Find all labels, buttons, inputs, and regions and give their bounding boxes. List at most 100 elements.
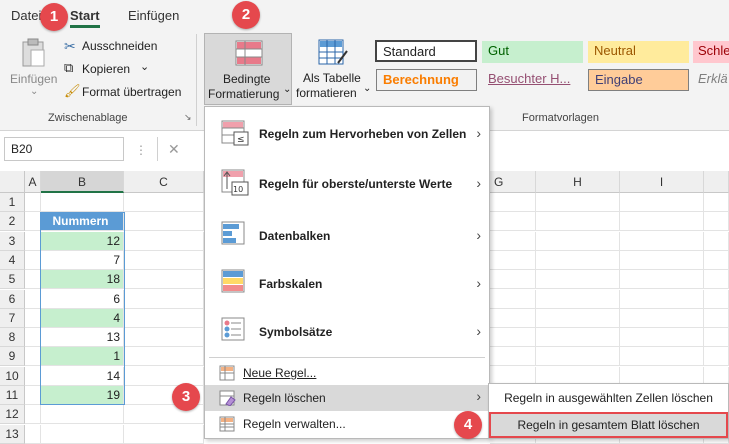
grid-cell[interactable] — [536, 270, 620, 289]
row-header[interactable]: 1 — [0, 193, 25, 212]
chevron-down-icon[interactable]: ⌄ — [140, 60, 149, 73]
grid-cell[interactable] — [704, 347, 729, 366]
value-cell[interactable]: 7 — [41, 251, 124, 270]
grid-cell[interactable] — [620, 309, 704, 328]
row-header[interactable]: 2 — [0, 212, 25, 231]
value-cell[interactable]: 12 — [41, 232, 124, 251]
style-besuchter-hyperlink[interactable]: Besuchter H... — [482, 69, 583, 91]
column-header-a[interactable]: A — [25, 171, 41, 193]
value-cell[interactable]: 14 — [41, 367, 124, 386]
grid-cell[interactable] — [704, 232, 729, 251]
row-header[interactable]: 7 — [0, 309, 25, 328]
grid-cell[interactable] — [25, 405, 41, 424]
grid-cell[interactable] — [124, 212, 204, 231]
row-header[interactable]: 5 — [0, 270, 25, 289]
grid-cell[interactable] — [124, 367, 204, 386]
cut-button[interactable]: ✂ Ausschneiden — [64, 38, 194, 56]
value-cell[interactable]: 19 — [41, 386, 124, 405]
row-header[interactable]: 10 — [0, 367, 25, 386]
grid-cell[interactable] — [25, 270, 41, 289]
menu-item-manage-rules[interactable]: Regeln verwalten... — [205, 411, 489, 437]
dialog-launcher-icon[interactable]: ↘ — [184, 112, 192, 123]
grid-cell[interactable] — [536, 193, 620, 212]
grid-cell[interactable] — [536, 309, 620, 328]
row-header[interactable]: 11 — [0, 386, 25, 405]
grid-cell[interactable] — [620, 251, 704, 270]
value-cell[interactable]: 4 — [41, 309, 124, 328]
grid-cell[interactable] — [25, 212, 41, 231]
menu-item-top-bottom[interactable]: 10 Regeln für oberste/unterste Werte › — [205, 159, 489, 207]
grid-cell[interactable] — [536, 347, 620, 366]
grid-cell[interactable] — [620, 232, 704, 251]
grid-cell[interactable] — [25, 328, 41, 347]
grid-cell[interactable] — [490, 212, 536, 231]
grid-cell[interactable] — [704, 309, 729, 328]
table-header-cell[interactable]: Nummern — [41, 212, 124, 231]
grid-cell[interactable] — [536, 251, 620, 270]
grid-cell[interactable] — [25, 425, 41, 444]
grid-cell[interactable] — [490, 309, 536, 328]
grid-cell[interactable] — [704, 328, 729, 347]
grid-cell[interactable] — [124, 290, 204, 309]
copy-button[interactable]: ⧉ Kopieren ⌄ — [64, 60, 194, 79]
menu-item-color-scales[interactable]: Farbskalen › — [205, 259, 489, 307]
conditional-formatting-button[interactable]: Bedingte Formatierung ⌄ — [204, 33, 292, 105]
grid-cell[interactable] — [25, 309, 41, 328]
value-cell[interactable]: 1 — [41, 347, 124, 366]
row-header[interactable]: 8 — [0, 328, 25, 347]
style-neutral[interactable]: Neutral — [588, 41, 689, 63]
grid-cell[interactable] — [490, 270, 536, 289]
grid-cell[interactable] — [536, 232, 620, 251]
grid-cell[interactable] — [25, 193, 41, 212]
grid-cell[interactable] — [25, 251, 41, 270]
grid-cell[interactable] — [704, 193, 729, 212]
column-header-g[interactable]: G — [490, 171, 536, 193]
column-header-i[interactable]: I — [620, 171, 704, 193]
style-erklaerender-text[interactable]: Erklä — [693, 69, 729, 91]
grid-cell[interactable] — [124, 425, 204, 444]
grid-cell[interactable] — [620, 193, 704, 212]
grid-cell[interactable] — [704, 212, 729, 231]
grid-cell[interactable] — [536, 328, 620, 347]
row-header[interactable]: 3 — [0, 232, 25, 251]
grid-cell[interactable] — [490, 328, 536, 347]
grid-cell[interactable] — [124, 309, 204, 328]
grid-cell[interactable] — [25, 290, 41, 309]
value-cell[interactable]: 6 — [41, 290, 124, 309]
grid-cell[interactable] — [490, 347, 536, 366]
tab-einfuegen[interactable]: Einfügen — [128, 8, 179, 23]
menu-item-highlight-cells[interactable]: ≤ Regeln zum Hervorheben von Zellen › — [205, 111, 489, 157]
grid-cell[interactable] — [41, 425, 124, 444]
grid-cell[interactable] — [536, 212, 620, 231]
grid-cell[interactable] — [25, 347, 41, 366]
grid-cell[interactable] — [25, 386, 41, 405]
menu-item-data-bars[interactable]: Datenbalken › — [205, 211, 489, 259]
column-header-b[interactable]: B — [41, 171, 124, 193]
tab-start[interactable]: Start — [70, 8, 100, 28]
grid-cell[interactable] — [25, 232, 41, 251]
column-header-h[interactable]: H — [536, 171, 620, 193]
select-all-corner[interactable] — [0, 171, 25, 193]
grid-cell[interactable] — [620, 212, 704, 231]
style-eingabe[interactable]: Eingabe — [588, 69, 689, 91]
name-box[interactable]: B20 — [4, 137, 124, 161]
grid-cell[interactable] — [490, 251, 536, 270]
grid-cell[interactable] — [124, 328, 204, 347]
grid-cell[interactable] — [704, 290, 729, 309]
grid-cell[interactable] — [124, 270, 204, 289]
row-header[interactable]: 9 — [0, 347, 25, 366]
grid-cell[interactable] — [704, 270, 729, 289]
grid-cell[interactable] — [620, 290, 704, 309]
grid-cell[interactable] — [620, 270, 704, 289]
format-as-table-button[interactable]: Als Tabelle formatieren ⌄ — [296, 33, 372, 105]
grid-cell[interactable] — [25, 367, 41, 386]
grid-cell[interactable] — [620, 328, 704, 347]
row-header[interactable]: 6 — [0, 290, 25, 309]
grid-cell[interactable] — [124, 347, 204, 366]
row-header[interactable]: 12 — [0, 405, 25, 424]
value-cell[interactable]: 18 — [41, 270, 124, 289]
menu-item-new-rule[interactable]: Neue Regel... — [205, 360, 489, 386]
style-berechnung[interactable]: Berechnung — [376, 69, 477, 91]
menu-item-clear-rules[interactable]: Regeln löschen › — [205, 385, 489, 411]
grid-cell[interactable] — [490, 232, 536, 251]
